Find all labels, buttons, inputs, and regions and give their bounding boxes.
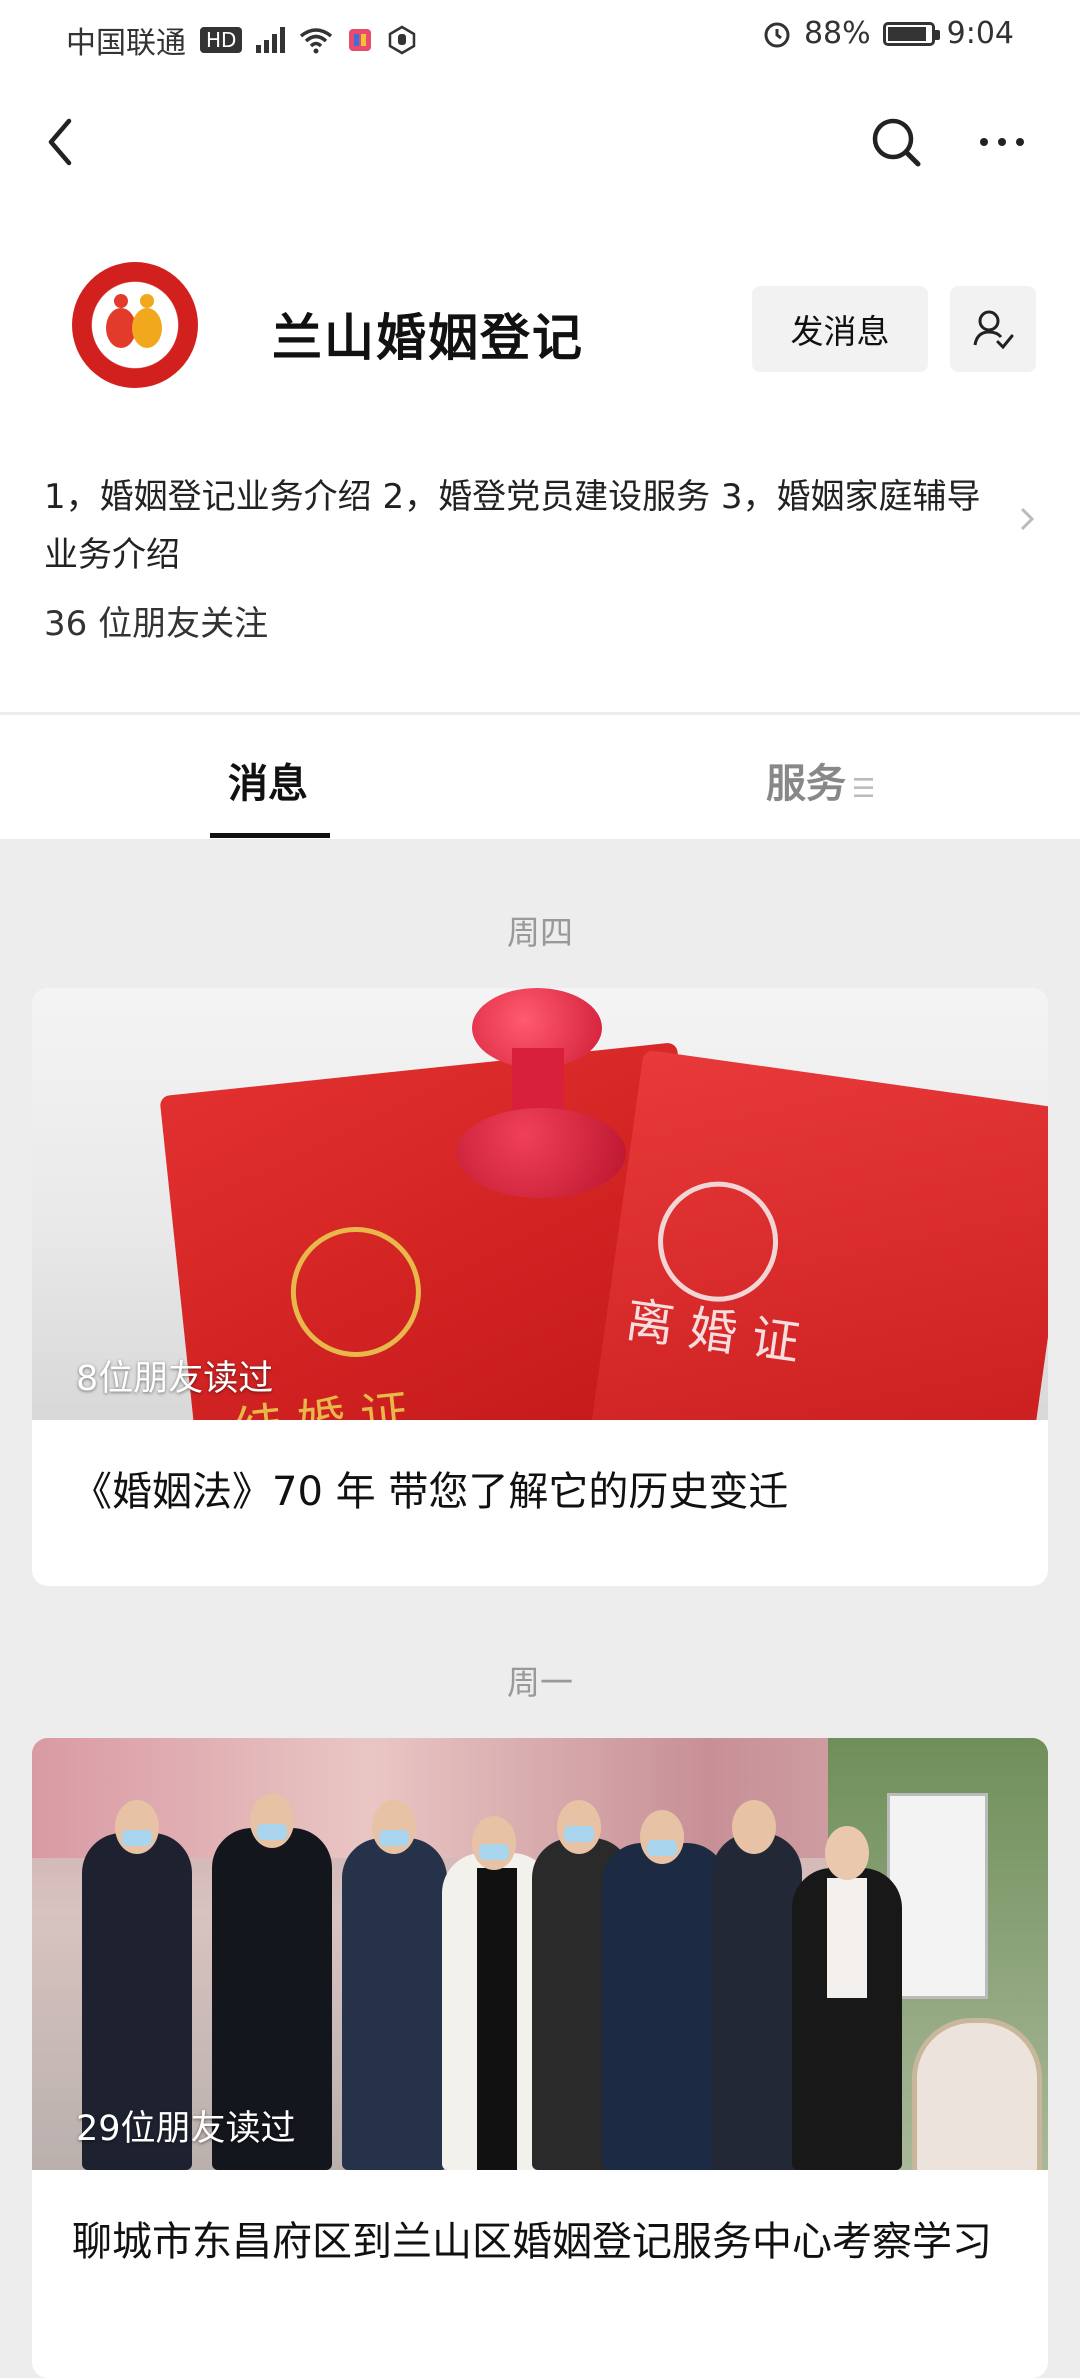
wifi-icon [300, 28, 333, 54]
divorce-certificate-image: 离 婚 证 [584, 1049, 1048, 1420]
more-dots-icon [980, 138, 1024, 146]
status-right: 88% 9:04 [762, 16, 1014, 51]
account-name: 兰山婚姻登记 [272, 309, 584, 367]
account-profile: 兰山婚姻登记 发消息 1，婚姻登记业务介绍 2，婚登党员建设服务 3，婚姻家庭辅… [0, 206, 1080, 712]
chair-back [912, 2018, 1042, 2170]
national-emblem-icon [284, 1220, 428, 1364]
read-count: 29位朋友读过 [76, 2109, 296, 2149]
tab-services[interactable]: 服务 ☰ [766, 751, 875, 809]
hand-icon [389, 25, 416, 55]
status-left: 中国联通 HD [66, 18, 417, 62]
battery-icon [882, 21, 940, 46]
status-bar: 中国联通 HD 88% 9:04 [0, 0, 1080, 78]
tab-messages-label: 消息 [228, 761, 308, 807]
account-logo[interactable] [72, 262, 198, 388]
day-label: 周一 [507, 1663, 573, 1702]
user-check-button[interactable] [950, 286, 1036, 372]
day-label: 周四 [507, 913, 573, 952]
battery-fill [887, 26, 926, 41]
send-message-button[interactable]: 发消息 [752, 286, 928, 372]
signal-icon [256, 27, 286, 53]
followers-count[interactable]: 36 位朋友关注 [44, 596, 268, 645]
menu-lines-icon: ☰ [852, 774, 876, 804]
article-title: 《婚姻法》70 年 带您了解它的历史变迁 [72, 1469, 789, 1515]
alarm-icon [764, 22, 790, 47]
more-button[interactable] [972, 112, 1032, 172]
chevron-right-icon[interactable] [1012, 504, 1042, 534]
back-button[interactable] [30, 112, 90, 172]
logo-emblem [96, 286, 174, 364]
person [602, 1843, 727, 2170]
account-description[interactable]: 1，婚姻登记业务介绍 2，婚登党员建设服务 3，婚姻家庭辅导业务介绍 [44, 468, 1004, 584]
tab-messages[interactable]: 消息 [228, 751, 308, 809]
article-title: 聊城市东昌府区到兰山区婚姻登记服务中心考察学习 [72, 2219, 992, 2265]
chevron-left-icon [48, 118, 72, 166]
person [342, 1838, 447, 2170]
user-check-icon [973, 310, 1014, 350]
search-icon [872, 118, 921, 167]
article-cover-image: 结 婚 证 离 婚 证 8位朋友读过 [32, 988, 1048, 1420]
person [712, 1833, 802, 2170]
nav-bar [0, 78, 1080, 206]
read-count: 8位朋友读过 [76, 1359, 274, 1399]
battery-percent: 88% [803, 16, 871, 51]
app-notification-icon [349, 29, 372, 51]
tab-bar: 消息 服务 ☰ [0, 714, 1080, 839]
search-button[interactable] [866, 112, 926, 172]
clock: 9:04 [946, 16, 1014, 51]
carrier-name: 中国联通 [66, 26, 186, 61]
article-cover-image: 29位朋友读过 [32, 1738, 1048, 2170]
article-card[interactable]: 结 婚 证 离 婚 证 8位朋友读过 《婚姻法》70 年 带您了解它的历史变迁 [32, 988, 1048, 1586]
article-card[interactable]: 29位朋友读过 聊城市东昌府区到兰山区婚姻登记服务中心考察学习 [32, 1738, 1048, 2378]
certificate-label: 离 婚 证 [622, 1291, 804, 1372]
tab-services-label: 服务 [766, 761, 846, 807]
stamp-base [456, 1108, 626, 1198]
hd-badge: HD [200, 27, 243, 53]
active-tab-indicator [210, 833, 330, 838]
display-board [887, 1793, 988, 1999]
